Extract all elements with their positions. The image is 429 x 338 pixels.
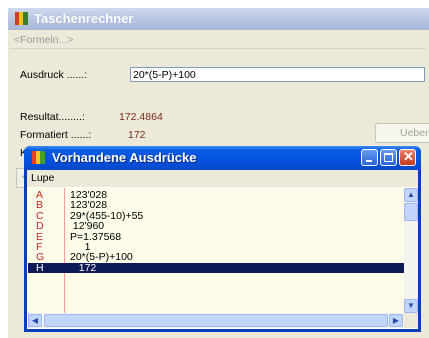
vertical-scroll-thumb[interactable] <box>404 203 418 221</box>
calculator-app-icon <box>15 12 28 25</box>
expressions-menubar: Lupe <box>27 170 418 187</box>
horizontal-scroll-thumb[interactable] <box>44 314 388 327</box>
result-label: Resultat........: <box>20 111 85 123</box>
minimize-button[interactable] <box>361 149 378 166</box>
result-value: 172.4864 <box>119 111 163 123</box>
list-item-selected[interactable]: H 172 <box>28 261 404 274</box>
maximize-button[interactable] <box>380 149 397 166</box>
expressions-titlebar[interactable]: Vorhandene Ausdrücke ✕ <box>24 146 421 170</box>
list-item-letter: H <box>36 261 44 274</box>
uebernehmen-button[interactable]: Uebern <box>375 123 429 143</box>
vertical-scrollbar[interactable]: ▲ ▼ <box>404 188 418 313</box>
scroll-left-icon[interactable]: ◀ <box>28 314 42 327</box>
lupe-menu[interactable]: Lupe <box>31 172 54 184</box>
maximize-icon <box>384 153 393 162</box>
expressions-app-icon <box>32 151 45 164</box>
minimize-icon <box>366 160 372 162</box>
formatted-value: 172 <box>128 129 146 141</box>
expression-label: Ausdruck ......: <box>20 69 88 81</box>
scroll-up-icon[interactable]: ▲ <box>404 188 418 202</box>
horizontal-scrollbar[interactable]: ◀ ▶ <box>28 313 404 328</box>
expressions-list-body: A 123'028 B 123'028 C 29*(455-10)+55 D 12'960 E… <box>27 187 418 329</box>
expressions-list[interactable]: A 123'028 B 123'028 C 29*(455-10)+55 D 12'960 E… <box>28 188 404 313</box>
close-icon: ✕ <box>403 149 414 164</box>
scroll-right-icon[interactable]: ▶ <box>389 314 403 327</box>
expressions-window: Vorhandene Ausdrücke ✕ Lupe A 123'028 B 123… <box>24 146 421 332</box>
scroll-down-icon[interactable]: ▼ <box>404 299 418 313</box>
formatted-label: Formatiert ......: <box>20 129 92 141</box>
expressions-title: Vorhandene Ausdrücke <box>52 150 197 165</box>
close-button[interactable]: ✕ <box>399 149 416 166</box>
calculator-titlebar[interactable]: Taschenrechner <box>8 8 429 30</box>
resize-grip[interactable] <box>404 313 418 328</box>
expression-input[interactable] <box>130 67 425 82</box>
calculator-title: Taschenrechner <box>34 11 134 26</box>
calculator-menubar: <Formeln...> <box>10 32 425 49</box>
list-item-text: 172 <box>70 261 97 274</box>
formeln-menu[interactable]: <Formeln...> <box>14 34 74 46</box>
